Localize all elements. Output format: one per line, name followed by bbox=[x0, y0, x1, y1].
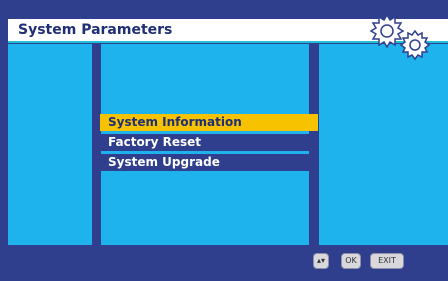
menu-item-factory-reset[interactable]: Factory Reset bbox=[100, 134, 310, 151]
ok-label: OK bbox=[345, 256, 357, 265]
gears-icon bbox=[356, 12, 436, 66]
menu-item-label: System Upgrade bbox=[108, 155, 220, 169]
system-parameters-menu: System Information Factory Reset System … bbox=[100, 114, 318, 174]
menu-item-label: Factory Reset bbox=[108, 135, 201, 149]
page-title: System Parameters bbox=[18, 22, 173, 38]
right-panel bbox=[319, 44, 448, 245]
menu-item-system-information[interactable]: System Information bbox=[100, 114, 318, 131]
ok-button[interactable]: OK bbox=[341, 253, 361, 269]
exit-label: EXIT bbox=[378, 256, 396, 265]
up-down-arrows-icon[interactable]: ▴▾ bbox=[313, 253, 329, 269]
menu-item-label: System Information bbox=[108, 115, 242, 129]
left-panel bbox=[8, 44, 92, 245]
menu-item-system-upgrade[interactable]: System Upgrade bbox=[100, 154, 310, 171]
exit-button[interactable]: EXIT bbox=[370, 253, 404, 269]
